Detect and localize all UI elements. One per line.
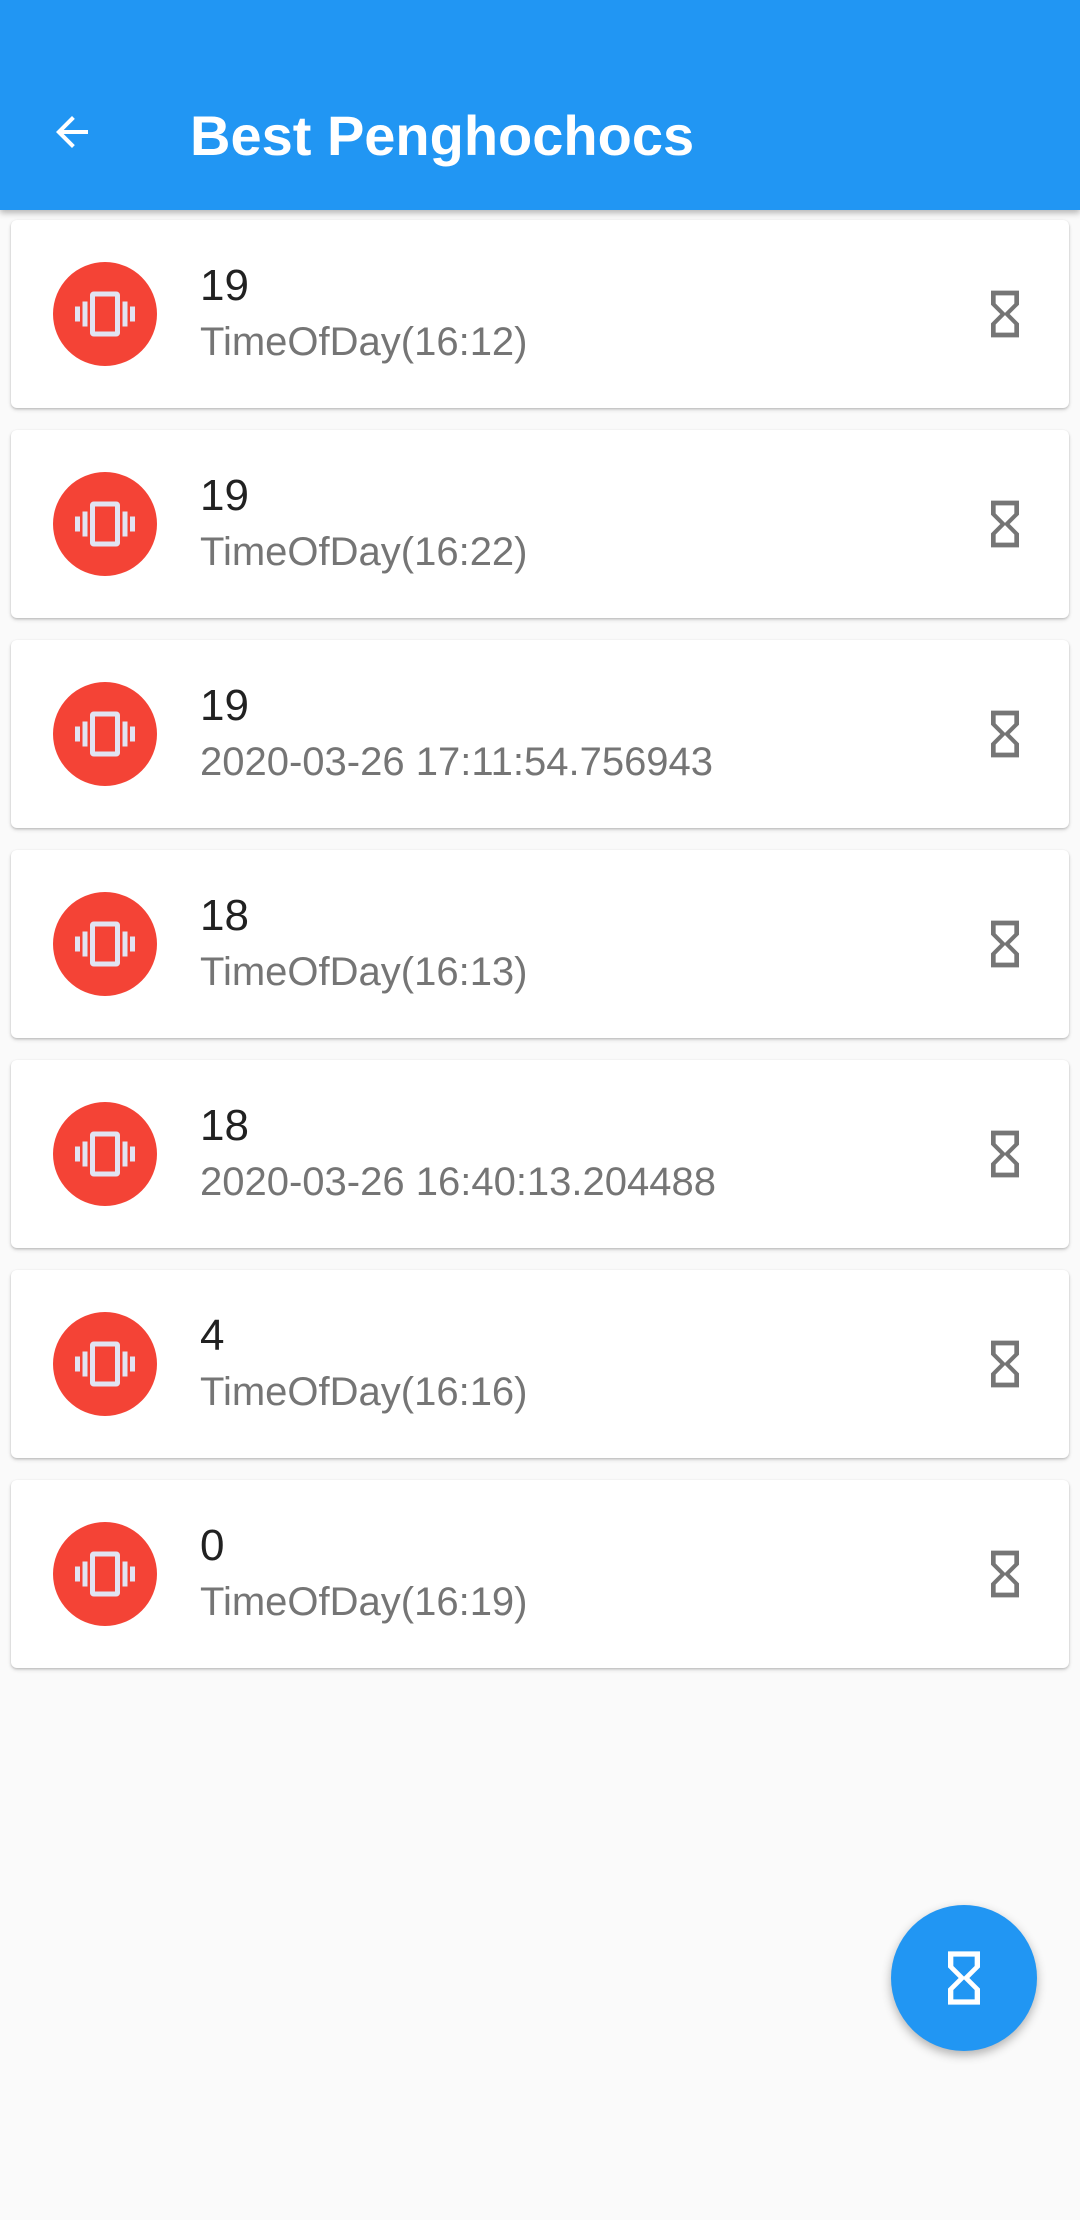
hourglass-fab[interactable]	[891, 1905, 1037, 2051]
hourglass-icon	[948, 1951, 980, 2005]
list-item[interactable]: 19 2020-03-26 17:11:54.756943	[11, 640, 1069, 828]
vibration-icon	[75, 291, 135, 337]
vibration-icon	[75, 921, 135, 967]
item-subtitle: TimeOfDay(16:12)	[200, 320, 528, 364]
avatar	[53, 682, 157, 786]
item-subtitle: TimeOfDay(16:19)	[200, 1580, 528, 1624]
hourglass-button[interactable]	[969, 496, 1041, 552]
hourglass-icon	[991, 500, 1019, 548]
list-item[interactable]: 19 TimeOfDay(16:22)	[11, 430, 1069, 618]
hourglass-icon	[991, 290, 1019, 338]
avatar	[53, 1312, 157, 1416]
item-subtitle: 2020-03-26 17:11:54.756943	[200, 740, 714, 784]
hourglass-icon	[991, 920, 1019, 968]
item-subtitle: TimeOfDay(16:16)	[200, 1370, 528, 1414]
item-title: 4	[200, 1311, 225, 1360]
page-title: Best Penghochocs	[190, 104, 695, 167]
hourglass-button[interactable]	[969, 1126, 1041, 1182]
item-subtitle: 2020-03-26 16:40:13.204488	[200, 1160, 717, 1204]
item-title: 19	[200, 261, 249, 310]
hourglass-button[interactable]	[969, 286, 1041, 342]
hourglass-button[interactable]	[969, 916, 1041, 972]
arrow-back-icon	[56, 116, 88, 148]
list-item[interactable]: 18 TimeOfDay(16:13)	[11, 850, 1069, 1038]
back-button[interactable]	[36, 96, 108, 168]
item-title: 0	[200, 1521, 225, 1570]
hourglass-icon	[991, 1340, 1019, 1388]
avatar	[53, 472, 157, 576]
vibration-icon	[75, 1131, 135, 1177]
hourglass-button[interactable]	[969, 1336, 1041, 1392]
list-item[interactable]: 0 TimeOfDay(16:19)	[11, 1480, 1069, 1668]
item-subtitle: TimeOfDay(16:22)	[200, 530, 528, 574]
item-title: 18	[200, 891, 249, 940]
app-bar: Best Penghochocs	[0, 0, 1080, 210]
item-title: 19	[200, 471, 249, 520]
hourglass-icon	[991, 710, 1019, 758]
avatar	[53, 1522, 157, 1626]
vibration-icon	[75, 1551, 135, 1597]
avatar	[53, 262, 157, 366]
avatar	[53, 892, 157, 996]
list-item[interactable]: 4 TimeOfDay(16:16)	[11, 1270, 1069, 1458]
hourglass-button[interactable]	[969, 706, 1041, 762]
item-title: 19	[200, 681, 249, 730]
list-item[interactable]: 18 2020-03-26 16:40:13.204488	[11, 1060, 1069, 1248]
item-title: 18	[200, 1101, 249, 1150]
vibration-icon	[75, 1341, 135, 1387]
vibration-icon	[75, 711, 135, 757]
hourglass-icon	[991, 1130, 1019, 1178]
hourglass-icon	[991, 1550, 1019, 1598]
vibration-icon	[75, 501, 135, 547]
item-subtitle: TimeOfDay(16:13)	[200, 950, 528, 994]
list-item[interactable]: 19 TimeOfDay(16:12)	[11, 220, 1069, 408]
hourglass-button[interactable]	[969, 1546, 1041, 1602]
avatar	[53, 1102, 157, 1206]
